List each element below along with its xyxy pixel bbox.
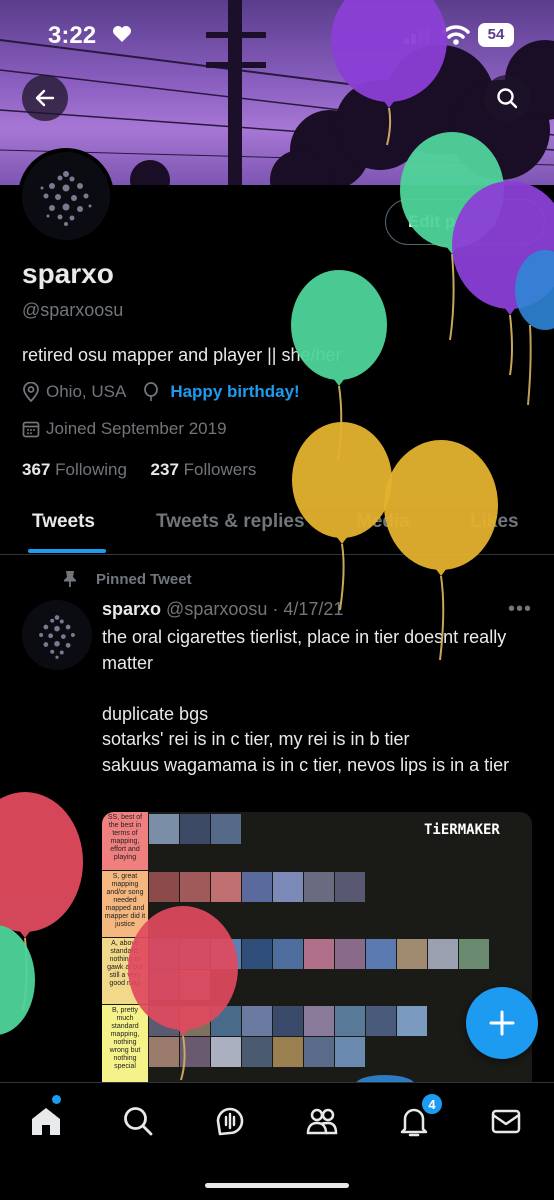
wifi-icon (442, 25, 470, 45)
status-time: 3:22 (48, 22, 97, 49)
notification-badge: 4 (421, 1093, 443, 1115)
avatar-image (40, 171, 92, 226)
pinned-label-row: Pinned Tweet (62, 570, 192, 588)
tweet-more-icon[interactable]: ••• (508, 598, 532, 621)
profile-meta-row: Ohio, USA Happy birthday! (22, 382, 300, 402)
following-label: Following (55, 460, 127, 479)
status-bar: 3:22 54 (0, 0, 554, 70)
calendar-icon (22, 421, 40, 438)
followers-link[interactable]: 237 Followers (151, 460, 257, 479)
tweet-avatar[interactable] (22, 600, 92, 670)
communities-icon[interactable] (304, 1103, 340, 1139)
tweet-author[interactable]: sparxo (102, 599, 161, 619)
search-icon (497, 88, 518, 109)
profile-joined: Joined September 2019 (46, 419, 227, 438)
search-icon[interactable] (120, 1103, 156, 1139)
tweet-text: the oral cigarettes tierlist, place in t… (102, 627, 510, 775)
balloon (515, 250, 554, 406)
home-indicator (205, 1183, 349, 1188)
tier-thumbnails (149, 814, 489, 1067)
arrow-left-icon (35, 89, 55, 107)
tweet-meta: @sparxoosu · 4/17/21 (166, 599, 344, 619)
home-icon[interactable] (28, 1103, 64, 1139)
spaces-icon[interactable] (212, 1103, 248, 1139)
home-unread-dot (52, 1095, 61, 1104)
birthday-link[interactable]: Happy birthday! (170, 382, 299, 402)
edit-profile-button[interactable]: Edit profile (385, 199, 545, 245)
tweet-image[interactable]: SS, best of the best in terms of mapping… (102, 812, 532, 1082)
tiermaker-logo: TiERMAKER (424, 822, 500, 838)
battery-indicator: 54 (478, 23, 514, 47)
messages-icon[interactable] (488, 1103, 524, 1139)
avatar-image (39, 615, 75, 659)
tab-media[interactable]: Media (356, 511, 410, 533)
active-tab-indicator (28, 549, 106, 553)
balloon (0, 925, 35, 1035)
tab-tweets[interactable]: Tweets (32, 511, 95, 533)
profile-tabs: Tweets Tweets & replies Media Likes (0, 495, 554, 555)
compose-tweet-button[interactable] (466, 987, 538, 1059)
profile-joined-row: Joined September 2019 (22, 419, 227, 439)
signal-icon (404, 26, 430, 44)
following-link[interactable]: 367 Following (22, 460, 127, 479)
profile-location: Ohio, USA (46, 382, 127, 401)
profile-name: sparxo (22, 258, 114, 289)
balloon (0, 792, 83, 1011)
location-icon (23, 382, 39, 402)
balloon-icon (144, 382, 159, 401)
search-button[interactable] (484, 75, 530, 121)
follow-stats: 367 Following 237 Followers (22, 460, 256, 480)
heart-icon (113, 26, 131, 42)
followers-label: Followers (183, 460, 257, 479)
following-count: 367 (22, 460, 51, 479)
profile-avatar[interactable] (18, 148, 114, 244)
pin-icon (64, 571, 76, 587)
tweet-header: sparxo @sparxoosu · 4/17/21 (102, 599, 343, 620)
tab-likes[interactable]: Likes (470, 511, 519, 533)
plus-icon (489, 1010, 515, 1036)
tab-tweets-replies[interactable]: Tweets & replies (156, 511, 305, 533)
followers-count: 237 (150, 460, 179, 479)
profile-handle: @sparxoosu (22, 300, 124, 320)
back-button[interactable] (22, 75, 68, 121)
pinned-label: Pinned Tweet (96, 570, 192, 588)
profile-bio: retired osu mapper and player || she/her (22, 345, 342, 365)
